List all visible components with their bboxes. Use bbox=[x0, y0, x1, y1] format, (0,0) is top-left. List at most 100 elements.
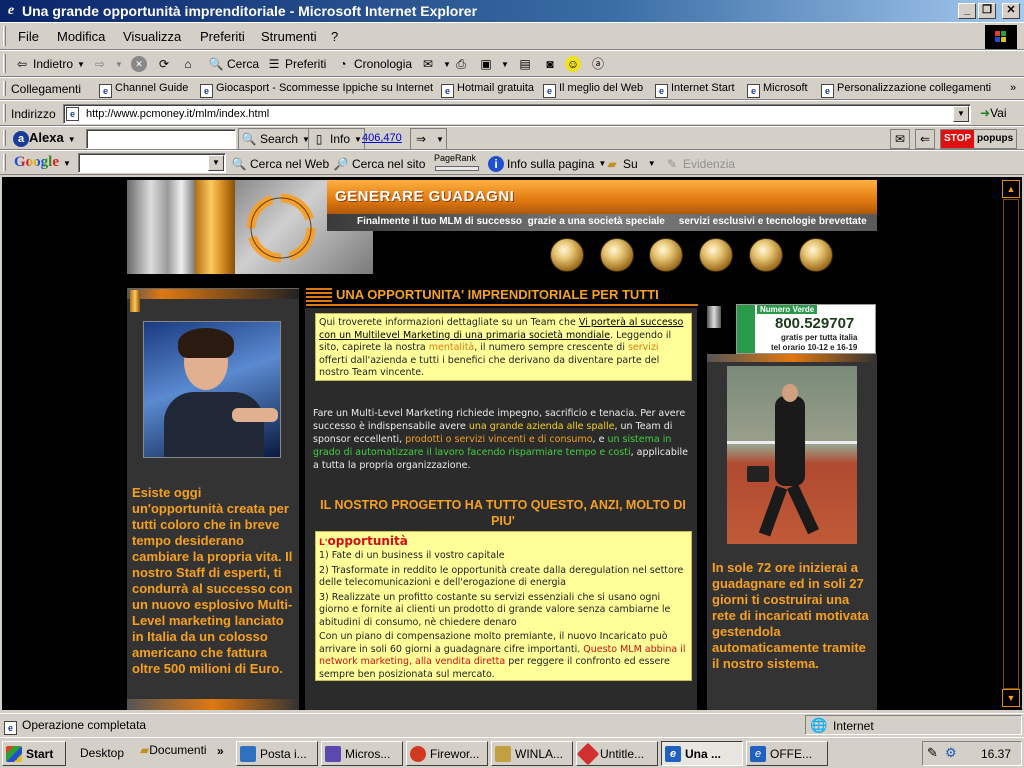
left-sidebar-topbar bbox=[127, 289, 299, 299]
highlighter-icon: ✎ bbox=[666, 156, 678, 171]
nav-ball-button[interactable] bbox=[749, 238, 783, 272]
popup-blocker-button[interactable]: STOP popups bbox=[940, 129, 1018, 149]
nav-ball-button[interactable] bbox=[600, 238, 634, 272]
page-vertical-scrollbar[interactable]: ▲ ▼ bbox=[1000, 177, 1022, 710]
scroll-up-button[interactable]: ▲ bbox=[1002, 180, 1020, 198]
print-button[interactable]: ⎙ bbox=[453, 51, 472, 77]
google-history-dropdown[interactable]: ▼ bbox=[208, 155, 224, 171]
go-button[interactable]: ➜Vai bbox=[980, 106, 1007, 120]
task-outlook[interactable]: Posta i... bbox=[236, 741, 318, 766]
menu-tools[interactable]: Strumenti bbox=[261, 29, 317, 44]
heading-stripes-icon bbox=[306, 288, 332, 302]
menu-edit[interactable]: Modifica bbox=[57, 29, 105, 44]
task-ie-active[interactable]: e Una ... bbox=[661, 741, 743, 766]
google-logo[interactable]: Google ▼ bbox=[14, 154, 71, 171]
menu-view[interactable]: Visualizza bbox=[123, 29, 181, 44]
pagerank-indicator[interactable]: PageRank bbox=[434, 153, 482, 173]
alexa-logo[interactable]: a Alexa ▼ bbox=[13, 130, 76, 147]
tray-tool-icon[interactable]: ✎ bbox=[927, 745, 938, 761]
alexa-search-button[interactable]: 🔍 Search ▼ bbox=[238, 128, 313, 150]
address-input[interactable]: e http://www.pcmoney.it/mlm/index.html ▼ bbox=[63, 104, 971, 124]
home-icon: ⌂ bbox=[184, 57, 192, 71]
alexa-related-button[interactable]: ⇒ ▼ bbox=[410, 128, 447, 150]
main-heading-bar: UNA OPPORTUNITA' IMPRENDITORIALE PER TUT… bbox=[306, 286, 698, 306]
task-winlab[interactable]: WINLA... bbox=[491, 741, 573, 766]
favorites-button[interactable]: ☰ Preferiti bbox=[266, 51, 327, 77]
menu-favorites[interactable]: Preferiti bbox=[200, 29, 245, 44]
close-button[interactable]: ✕ bbox=[1002, 3, 1020, 19]
opportunity-box: L'opportunità 1) Fate di un business il … bbox=[315, 531, 692, 681]
link-personalizzazione[interactable]: e Personalizzazione collegamenti bbox=[821, 82, 991, 98]
messenger-button[interactable]: ◙ bbox=[542, 51, 561, 77]
links-overflow-icon[interactable]: » bbox=[1010, 82, 1016, 94]
page-icon: e bbox=[66, 107, 79, 121]
link-giocasport[interactable]: e Giocasport - Scommesse Ippiche su Inter… bbox=[200, 82, 433, 98]
green-number: 800.529707 bbox=[775, 315, 855, 332]
edit-button[interactable]: ▣ ▼ bbox=[478, 51, 509, 77]
app-icon bbox=[325, 745, 341, 762]
green-number-free: gratis per tutta italia bbox=[781, 333, 858, 342]
menu-file[interactable]: File bbox=[18, 29, 39, 44]
nav-ball-button[interactable] bbox=[649, 238, 683, 272]
google-highlight-button[interactable]: ✎ Evidenzia bbox=[664, 151, 735, 176]
forward-button[interactable]: ⇨ ▼ bbox=[92, 51, 123, 77]
start-button[interactable]: Start bbox=[2, 741, 66, 766]
app-icon bbox=[577, 742, 600, 765]
address-dropdown-button[interactable]: ▼ bbox=[953, 106, 969, 122]
tray-network-icon[interactable]: ⚙ bbox=[945, 745, 957, 761]
quicklaunch-overflow[interactable]: » bbox=[217, 744, 224, 758]
page-icon: e bbox=[821, 84, 834, 98]
folder-icon: ▰ bbox=[140, 743, 150, 757]
refresh-button[interactable]: ⟳ bbox=[156, 51, 175, 77]
mail-button[interactable]: ✉ ▼ bbox=[420, 51, 451, 77]
desktop-toolbar-label[interactable]: Desktop bbox=[80, 746, 124, 760]
green-number-banner[interactable]: Numero Verde 800.529707 gratis per tutta… bbox=[736, 304, 876, 354]
smiley-button[interactable]: ☺ bbox=[565, 51, 584, 77]
task-fireworks[interactable]: Firewor... bbox=[406, 741, 488, 766]
scroll-down-button[interactable]: ▼ bbox=[1002, 689, 1020, 707]
opportunity-title: L'opportunità bbox=[319, 534, 408, 548]
minimize-button[interactable]: _ bbox=[958, 3, 976, 19]
google-search-site-button[interactable]: 🔎 Cerca nel sito bbox=[333, 151, 426, 176]
alexa-mail-button[interactable]: ✉ bbox=[890, 129, 910, 149]
alexa-back-button[interactable]: ⇐ bbox=[915, 129, 935, 149]
documents-toolbar-button[interactable]: ▰Documenti bbox=[140, 743, 207, 757]
discuss-button[interactable]: ▤ bbox=[517, 51, 536, 77]
search-site-icon: 🔎 bbox=[333, 156, 349, 171]
center-column: Qui troverete informazioni dettagliate s… bbox=[305, 308, 697, 710]
restore-button[interactable]: ❐ bbox=[978, 3, 996, 19]
link-meglio-web[interactable]: e Il meglio del Web bbox=[543, 82, 643, 98]
stop-button[interactable]: ✕ bbox=[131, 51, 150, 77]
alexa-search-input[interactable] bbox=[86, 129, 236, 149]
task-untitled[interactable]: Untitle... bbox=[576, 741, 658, 766]
messenger-icon: ◙ bbox=[546, 57, 554, 71]
link-microsoft[interactable]: e Microsoft bbox=[747, 82, 808, 98]
link-hotmail[interactable]: e Hotmail gratuita bbox=[441, 82, 534, 98]
alexa-info-button[interactable]: ▯ Info ▼ bbox=[308, 128, 365, 150]
nav-ball-button[interactable] bbox=[799, 238, 833, 272]
nav-ball-button[interactable] bbox=[699, 238, 733, 272]
search-button[interactable]: 🔍 Cerca bbox=[208, 51, 260, 77]
window-title-bar[interactable]: e Una grande opportunità imprenditoriale… bbox=[0, 0, 1024, 22]
home-button[interactable]: ⌂ bbox=[180, 51, 199, 77]
menu-help[interactable]: ? bbox=[331, 29, 338, 44]
alexa-a-icon: a bbox=[13, 131, 29, 147]
alexa-button[interactable]: ⓐ bbox=[590, 51, 609, 77]
link-internet-start[interactable]: e Internet Start bbox=[655, 82, 735, 98]
nav-ball-button[interactable] bbox=[550, 238, 584, 272]
google-search-web-button[interactable]: 🔍 Cerca nel Web bbox=[231, 151, 330, 176]
back-button[interactable]: ⇦ Indietro ▼ bbox=[14, 51, 85, 77]
history-button[interactable]: ◔ Cronologia bbox=[335, 51, 412, 77]
task-microsoft[interactable]: Micros... bbox=[321, 741, 403, 766]
scroll-track[interactable] bbox=[1003, 199, 1019, 689]
businesswoman-photo bbox=[143, 321, 281, 458]
project-heading: IL NOSTRO PROGETTO HA TUTTO QUESTO, ANZI… bbox=[320, 498, 686, 528]
google-up-button[interactable]: ▰ Su ▼ bbox=[604, 151, 655, 176]
google-page-info-button[interactable]: i Info sulla pagina ▼ bbox=[488, 151, 606, 176]
task-offerte[interactable]: e OFFE... bbox=[746, 741, 828, 766]
google-search-input[interactable]: ▼ bbox=[78, 153, 226, 173]
alexa-rank-link[interactable]: 406,470 bbox=[362, 132, 402, 144]
link-channel-guide[interactable]: e Channel Guide bbox=[99, 82, 188, 98]
clock[interactable]: 16.37 bbox=[981, 747, 1011, 761]
search-icon: 🔍 bbox=[208, 57, 224, 71]
